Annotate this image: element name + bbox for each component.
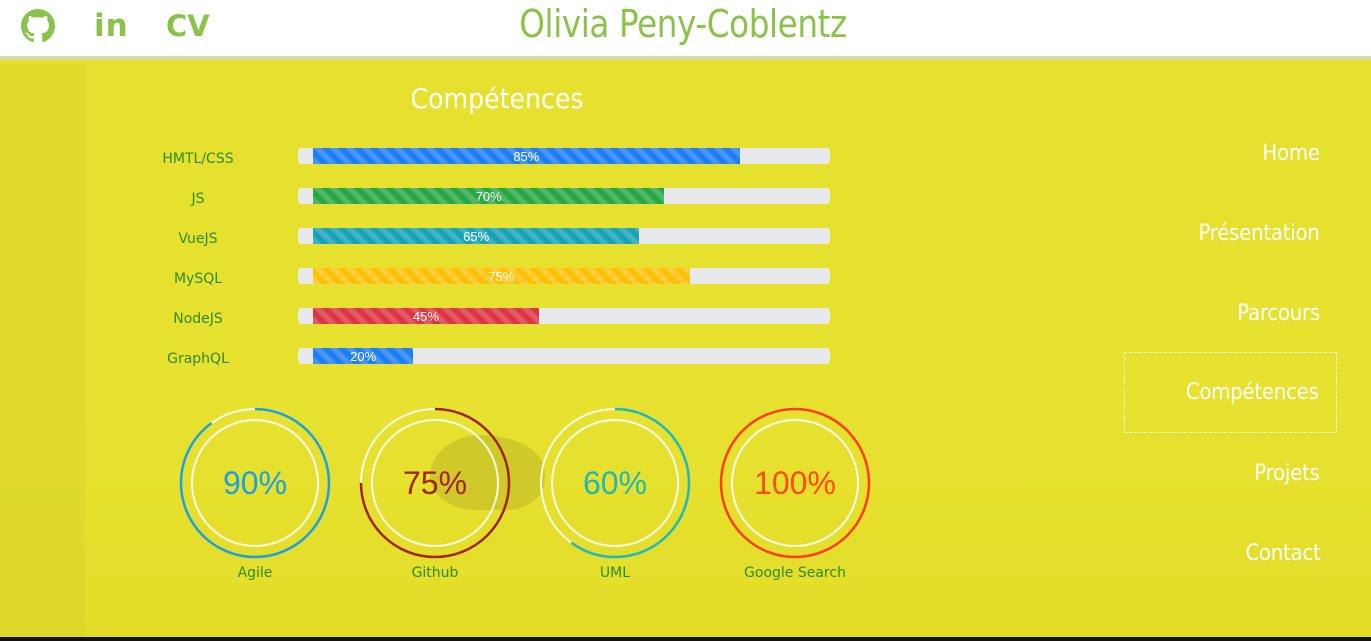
skill-circle-label: Google Search [744,565,846,581]
skill-bar-nodejs: 45% [298,308,830,324]
skill-circle-label: Agile [237,565,273,581]
skill-bar-value: 45% [412,308,439,324]
skill-circle-value: 90% [222,464,288,501]
skill-bar-fill: 70% [313,188,665,204]
nav-item-contact[interactable]: Contact [1108,513,1320,593]
top-header: in CV Olivia Peny-Coblentz [0,0,1371,60]
skill-circle-uml: 60% [539,407,691,559]
nav-item-projets[interactable]: Projets [1108,433,1321,513]
skill-circle-label: Github [411,565,459,581]
nav-item-label: Home [1262,140,1321,166]
background-shade [0,64,85,641]
skill-circle-label: UML [599,565,631,581]
skill-bar-fill: 75% [313,268,690,284]
bottom-border [0,637,1371,641]
skill-circle-value: 100% [754,464,836,501]
skill-circle-agile: 90% [179,407,331,559]
skill-circle-github: 75% [359,407,511,559]
skill-label-mysql: MySQL [173,271,223,287]
skill-bar-fill: 85% [313,148,740,164]
skill-bar-value: 75% [488,268,515,284]
nav-item-label: Parcours [1237,300,1320,326]
nav-item-label: Projets [1254,460,1321,486]
skill-bar-value: 70% [475,188,502,204]
skill-circle-value: 75% [402,464,468,501]
skill-label-vuejs: VueJS [178,231,218,247]
nav-item-parcours[interactable]: Parcours [1108,273,1320,353]
site-title: Olivia Peny-Coblentz [519,2,847,46]
nav-item-competences[interactable]: Compétences [1124,352,1337,433]
github-link[interactable] [20,8,56,44]
skill-bar-value: 65% [463,228,490,244]
nav-item-presentation[interactable]: Présentation [1108,193,1320,273]
skill-label-htmlcss: HMTL/CSS [162,151,234,167]
skill-bar-graphql: 20% [298,348,830,364]
nav-item-home[interactable]: Home [1108,113,1321,193]
github-icon [21,9,55,43]
skill-bar-htmlcss: 85% [298,148,830,164]
nav-item-label: Contact [1244,540,1320,566]
skill-label-graphql: GraphQL [167,351,229,367]
skill-bar-value: 20% [350,348,377,364]
skill-bar-fill: 45% [313,308,539,324]
section-title: Compétences [410,82,584,115]
skill-bar-value: 85% [513,148,540,164]
nav-item-label: Présentation [1198,220,1320,246]
skill-bar-fill: 20% [313,348,414,364]
skill-bar-js: 70% [298,188,830,204]
skill-label-nodejs: NodeJS [173,311,223,327]
skill-circle-google-search: 100% [719,407,871,559]
skill-bar-fill: 65% [313,228,640,244]
skill-bar-mysql: 75% [298,268,830,284]
skill-label-js: JS [191,191,205,207]
nav-item-label: Compétences [1186,380,1319,405]
skill-circle-value: 60% [582,464,648,501]
skill-bar-vuejs: 65% [298,228,830,244]
